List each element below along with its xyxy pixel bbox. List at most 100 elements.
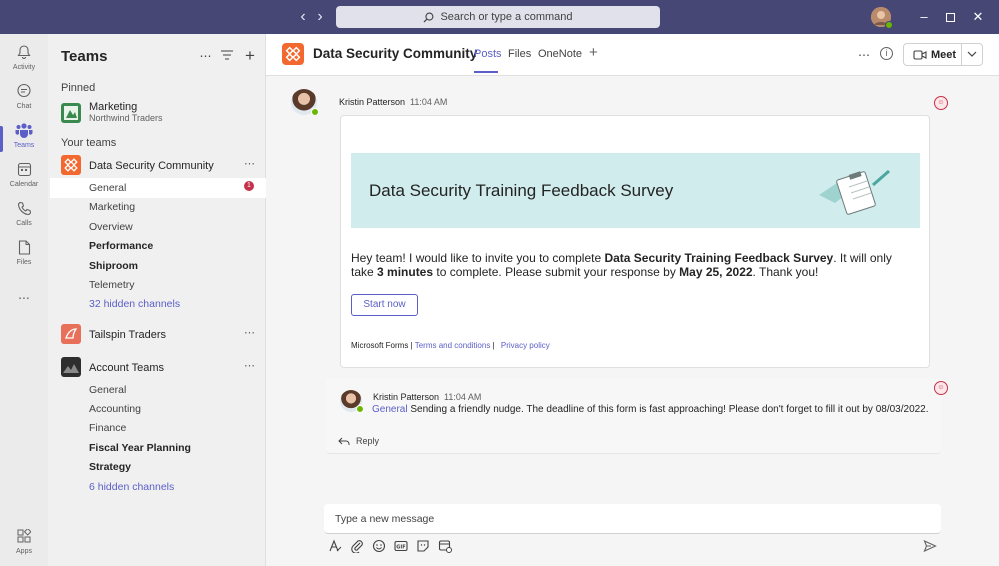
presence-available-icon <box>311 108 319 116</box>
body-bold-duration: 3 minutes <box>377 265 434 279</box>
channel-telemetry[interactable]: Telemetry <box>89 279 135 291</box>
forms-card: Data Security Training Feedback Survey H… <box>340 115 930 368</box>
reaction-icon[interactable]: ☺ <box>934 381 948 395</box>
body-text: Hey team! I would like to invite you to … <box>351 251 605 265</box>
rail-calls[interactable]: Calls <box>0 198 48 236</box>
rail-label: Calls <box>16 220 32 227</box>
add-team-icon[interactable]: + <box>242 47 258 64</box>
team-logo-icon <box>61 155 81 175</box>
author-avatar[interactable] <box>291 89 319 116</box>
channel-performance[interactable]: Performance <box>89 240 153 252</box>
hidden-channels-link[interactable]: 6 hidden channels <box>89 481 174 493</box>
rail-label: Activity <box>12 64 36 71</box>
filter-icon[interactable] <box>220 48 236 64</box>
send-icon[interactable] <box>923 539 937 553</box>
team-more-icon[interactable]: ⋯ <box>244 157 256 170</box>
privacy-link[interactable]: Privacy policy <box>501 341 550 350</box>
channel-selected-highlight <box>50 178 266 198</box>
channel-marketing[interactable]: Marketing <box>89 201 135 213</box>
svg-text:GIF: GIF <box>396 544 405 550</box>
channel-general[interactable]: General <box>89 182 126 194</box>
body-bold-deadline: May 25, 2022 <box>679 265 753 279</box>
message-input[interactable]: Type a new message <box>324 504 941 534</box>
rail-activity[interactable]: Activity <box>0 42 48 80</box>
tab-onenote[interactable]: OneNote <box>538 48 582 60</box>
your-teams-label: Your teams <box>61 137 117 149</box>
rail-chat[interactable]: Chat <box>0 81 48 119</box>
add-tab-icon[interactable]: + <box>589 44 598 61</box>
author-avatar[interactable] <box>340 390 364 413</box>
meet-button[interactable]: Meet <box>903 43 983 66</box>
channel-header: Data Security Community Posts Files OneN… <box>266 34 999 76</box>
body-text: to complete. Please submit your response… <box>433 265 680 279</box>
form-title: Data Security Training Feedback Survey <box>369 181 674 200</box>
rail-teams[interactable]: Teams <box>0 120 48 158</box>
start-now-button[interactable]: Start now <box>351 294 418 316</box>
rail-label: Files <box>16 259 32 266</box>
sticker-icon[interactable] <box>416 539 430 553</box>
rail-label: Calendar <box>9 181 39 188</box>
schedule-meeting-icon[interactable] <box>438 539 452 553</box>
rail-label: Apps <box>16 548 32 555</box>
form-source: Microsoft Forms | <box>351 341 413 350</box>
team-org: Northwind Traders <box>89 113 163 123</box>
channel-accounting[interactable]: Accounting <box>89 403 141 415</box>
more-apps-icon[interactable]: ... <box>0 286 48 324</box>
team-account-teams[interactable]: Account Teams ⋯ <box>48 357 266 383</box>
channel-strategy[interactable]: Strategy <box>89 461 131 473</box>
tab-posts[interactable]: Posts <box>474 48 502 60</box>
gif-icon[interactable]: GIF <box>394 539 408 553</box>
presence-available-icon <box>885 21 893 29</box>
search-icon <box>423 12 434 23</box>
more-options-icon[interactable]: ⋯ <box>858 48 871 62</box>
search-box[interactable]: Search or type a command <box>336 6 660 28</box>
rail-label: Teams <box>13 142 35 149</box>
team-more-icon[interactable]: ⋯ <box>244 359 256 372</box>
bell-icon <box>14 42 34 62</box>
channel-finance[interactable]: Finance <box>89 422 126 434</box>
emoji-icon[interactable] <box>372 539 386 553</box>
message-placeholder: Type a new message <box>335 513 435 525</box>
reply-author: Kristin Patterson <box>373 392 440 402</box>
reply-text: General Sending a friendly nudge. The de… <box>372 403 932 417</box>
rail-apps[interactable]: Apps <box>0 526 48 564</box>
team-tailspin-traders[interactable]: Tailspin Traders ⋯ <box>48 324 266 350</box>
form-banner: Data Security Training Feedback Survey <box>351 153 920 228</box>
reaction-icon[interactable]: ☺ <box>934 96 948 110</box>
reply-time: 11:04 AM <box>444 392 482 402</box>
footer-separator: | <box>490 341 495 350</box>
rail-files[interactable]: Files <box>0 237 48 275</box>
profile-avatar[interactable] <box>871 7 893 29</box>
channel-overview[interactable]: Overview <box>89 221 133 233</box>
minimize-icon[interactable]: – <box>917 10 931 24</box>
pinned-team-marketing[interactable]: Marketing Northwind Traders <box>48 100 266 126</box>
tab-files[interactable]: Files <box>508 48 531 60</box>
channel-fiscal-year-planning[interactable]: Fiscal Year Planning <box>89 442 191 454</box>
body-bold-survey: Data Security Training Feedback Survey <box>604 251 834 265</box>
hidden-channels-link[interactable]: 32 hidden channels <box>89 298 180 310</box>
attach-icon[interactable] <box>350 539 364 553</box>
terms-link[interactable]: Terms and conditions <box>415 341 491 350</box>
title-bar: ‹ › Search or type a command ⋯ – ✕ <box>0 0 999 34</box>
back-arrow-icon[interactable]: ‹ <box>295 9 311 25</box>
file-icon <box>14 237 34 257</box>
maximize-icon[interactable] <box>946 13 955 22</box>
chevron-down-icon[interactable] <box>966 47 978 61</box>
close-icon[interactable]: ✕ <box>971 10 985 24</box>
team-more-icon[interactable]: ⋯ <box>244 326 256 339</box>
more-options-icon[interactable]: ⋯ <box>198 48 214 64</box>
presence-available-icon <box>356 405 364 413</box>
rail-more-label: ... <box>18 286 30 302</box>
team-name: Tailspin Traders <box>89 329 167 341</box>
divider <box>961 44 962 65</box>
channel-general[interactable]: General <box>89 384 126 396</box>
clipboard-illustration-icon <box>819 169 890 215</box>
info-icon[interactable]: i <box>880 47 893 60</box>
phone-icon <box>14 198 34 218</box>
rail-calendar[interactable]: Calendar <box>0 159 48 197</box>
channel-shiproom[interactable]: Shiproom <box>89 260 138 272</box>
forward-arrow-icon[interactable]: › <box>312 9 328 25</box>
channel-mention[interactable]: General <box>372 404 408 415</box>
reply-button[interactable]: Reply <box>338 436 379 446</box>
format-icon[interactable] <box>328 539 342 553</box>
